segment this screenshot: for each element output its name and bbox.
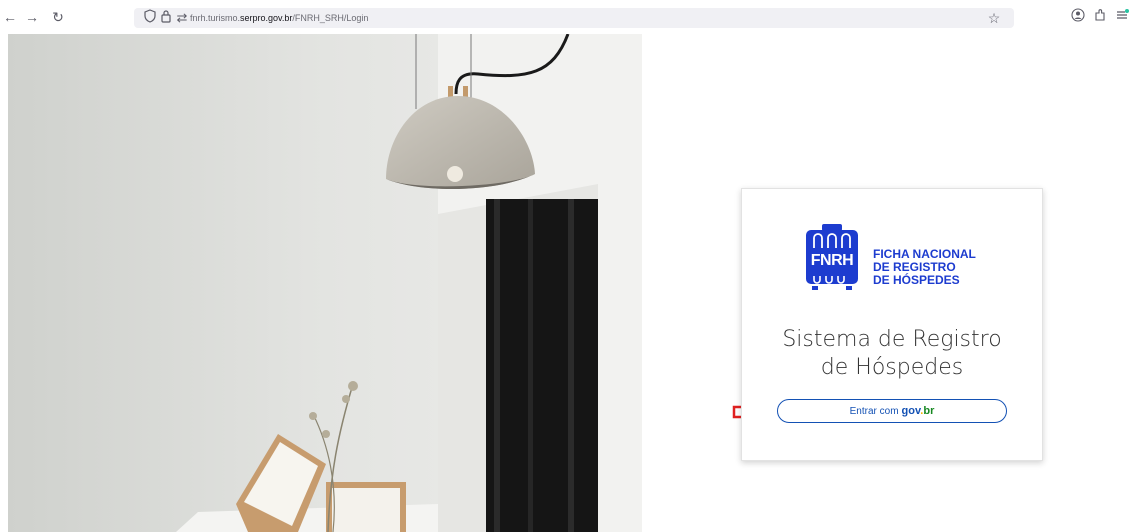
extensions-icon[interactable] [1091,8,1109,26]
forward-arrow-icon[interactable]: → [22,7,42,27]
logo-text: FICHA NACIONAL DE REGISTRO DE HÓSPEDES [873,248,976,287]
back-arrow-icon[interactable]: ← [0,7,20,27]
interior-photo-illustration [8,34,642,532]
logo-short-text: FNRH [810,252,854,269]
url-prefix: fnrh.turismo. [190,13,241,23]
permissions-icon[interactable]: ⇄ [174,9,190,27]
page-title: Sistema de Registro de Hóspedes [742,326,1042,382]
title-line-2: de Hóspedes [820,355,964,380]
browser-toolbar: ← → ↻ ⇄ fnrh.turismo.serpro.gov.br/FNRH_… [0,0,1132,34]
star-icon[interactable]: ☆ [986,9,1002,27]
background-photo [8,34,642,532]
url-domain: serpro.gov.br [240,13,293,23]
lock-icon[interactable] [158,9,174,27]
menu-icon[interactable] [1113,8,1131,26]
url-text[interactable]: fnrh.turismo.serpro.gov.br/FNRH_SRH/Logi… [190,8,368,28]
fnrh-logo: FNRH [804,224,860,290]
address-bar[interactable]: ⇄ fnrh.turismo.serpro.gov.br/FNRH_SRH/Lo… [134,8,1014,28]
govbr-logo-br: br [923,405,935,417]
shield-icon[interactable] [142,9,158,27]
govbr-logo-gov: gov [901,405,921,417]
title-line-1: Sistema de Registro [782,327,1002,352]
logo-line-3: DE HÓSPEDES [873,273,960,287]
account-icon[interactable] [1069,8,1087,26]
login-card: FNRH FICHA NACIONAL DE REGISTRO DE HÓSPE… [741,188,1043,461]
reload-icon[interactable]: ↻ [48,7,68,27]
govbr-logo: gov.br [902,405,935,417]
url-path: /FNRH_SRH/Login [292,13,369,23]
login-button-label: Entrar com [849,406,899,417]
govbr-login-button[interactable]: Entrar com gov.br [777,399,1007,423]
